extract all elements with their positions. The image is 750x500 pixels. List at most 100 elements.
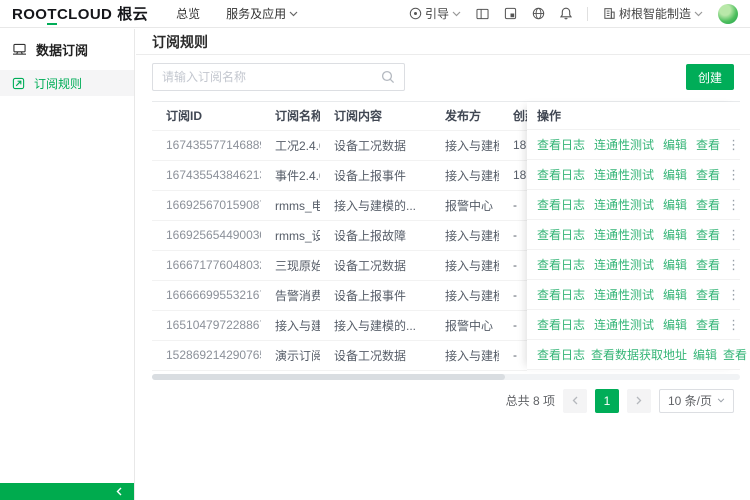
search-input[interactable] xyxy=(162,70,381,84)
nav-item-label: 总览 xyxy=(176,5,200,22)
action-link[interactable]: 查看日志 xyxy=(537,226,585,243)
current-page-button[interactable]: 1 xyxy=(595,389,619,413)
action-link[interactable]: 编辑 xyxy=(693,346,717,363)
action-link[interactable]: 连通性测试 xyxy=(594,226,654,243)
action-link[interactable]: 连通性测试 xyxy=(594,166,654,183)
action-link[interactable]: 连通性测试 xyxy=(594,286,654,303)
sidebar: 数据订阅 订阅规则 xyxy=(0,29,135,500)
cell-name: 告警消费 xyxy=(261,280,320,310)
bell-icon xyxy=(560,7,572,20)
subscription-table: 订阅ID订阅名称订阅内容发布方创建时间 1674355771468898305工… xyxy=(152,101,740,371)
cell-name: rmms_设... xyxy=(261,220,320,250)
rootcloud-logo[interactable]: ROOTCLOUD 根云 xyxy=(12,3,148,25)
cell-content: 接入与建模的... xyxy=(320,310,431,340)
search-box xyxy=(152,63,405,91)
next-page-button[interactable] xyxy=(627,389,651,413)
apps-button[interactable] xyxy=(504,7,517,20)
content-area: 创建 订阅ID订阅名称订阅内容发布方创建时间 16743557714688983… xyxy=(136,55,750,413)
logo-text: ROO xyxy=(12,6,47,23)
action-link[interactable]: 查看 xyxy=(696,226,720,243)
cell-name: 工况2.4.0 xyxy=(261,130,320,160)
actions-row: 查看日志连通性测试编辑查看 ⋮ xyxy=(527,220,740,250)
action-link[interactable]: 编辑 xyxy=(663,226,687,243)
layout-toggle-button[interactable] xyxy=(476,8,489,20)
cell-created: - xyxy=(499,280,527,310)
scrollbar-thumb[interactable] xyxy=(152,374,505,380)
action-link[interactable]: 查看日志 xyxy=(537,316,585,333)
table-scroll-area: 订阅ID订阅名称订阅内容发布方创建时间 1674355771468898305工… xyxy=(152,102,527,371)
sidebar-header-data-subscription: 数据订阅 xyxy=(0,36,134,62)
globe-icon xyxy=(532,7,545,20)
action-link[interactable]: 查看日志 xyxy=(537,166,585,183)
more-actions-icon[interactable]: ⋮ xyxy=(727,287,740,303)
action-link[interactable]: 查看 xyxy=(696,286,720,303)
language-button[interactable] xyxy=(532,7,545,20)
action-link[interactable]: 连通性测试 xyxy=(594,316,654,333)
action-link[interactable]: 查看日志 xyxy=(537,256,585,273)
toolbar: 创建 xyxy=(152,63,734,91)
nav-menu: 总览 服务及应用 xyxy=(176,5,298,22)
action-link[interactable]: 编辑 xyxy=(663,196,687,213)
action-link[interactable]: 查看 xyxy=(696,316,720,333)
cell-id: 1674355771468898305 xyxy=(152,130,261,160)
more-actions-icon[interactable]: ⋮ xyxy=(727,257,740,273)
table-row: 1674355438462132226事件2.4.0设备上报事件接入与建模186 xyxy=(152,160,527,190)
action-link[interactable]: 连通性测试 xyxy=(594,136,654,153)
action-link[interactable]: 连通性测试 xyxy=(594,196,654,213)
search-icon[interactable] xyxy=(381,70,395,84)
sidebar-header-label: 数据订阅 xyxy=(36,40,88,59)
notifications-button[interactable] xyxy=(560,7,572,20)
divider xyxy=(587,7,588,21)
action-link[interactable]: 编辑 xyxy=(663,316,687,333)
sidebar-item-subscription-rules[interactable]: 订阅规则 xyxy=(0,70,134,96)
prev-page-button[interactable] xyxy=(563,389,587,413)
cell-content: 设备上报事件 xyxy=(320,160,431,190)
table-row: 1669256701590876161rmms_电...接入与建模的...报警中… xyxy=(152,190,527,220)
more-actions-icon[interactable]: ⋮ xyxy=(727,137,740,153)
rule-document-icon xyxy=(12,77,25,90)
action-link[interactable]: 编辑 xyxy=(663,256,687,273)
action-link[interactable]: 查看 xyxy=(696,166,720,183)
cell-id: 1674355438462132226 xyxy=(152,160,261,190)
table-header-row: 订阅ID订阅名称订阅内容发布方创建时间 xyxy=(152,102,527,130)
create-button[interactable]: 创建 xyxy=(686,64,734,90)
logo-text: CLOUD xyxy=(57,6,112,23)
nav-item-overview[interactable]: 总览 xyxy=(176,5,200,22)
page-size-value: 10 条/页 xyxy=(668,392,712,409)
table-row: 1666669955321671683告警消费设备上报事件接入与建模- xyxy=(152,280,527,310)
more-actions-icon[interactable]: ⋮ xyxy=(727,227,740,243)
action-link[interactable]: 查看日志 xyxy=(537,346,585,363)
layout-columns-icon xyxy=(476,8,489,20)
more-actions-icon[interactable]: ⋮ xyxy=(727,317,740,333)
action-link[interactable]: 连通性测试 xyxy=(594,256,654,273)
page-size-select[interactable]: 10 条/页 xyxy=(659,389,734,413)
chevron-down-icon xyxy=(717,398,725,403)
table-row: 1674355771468898305工况2.4.0设备工况数据接入与建模186 xyxy=(152,130,527,160)
more-actions-icon[interactable]: ⋮ xyxy=(727,197,740,213)
action-link[interactable]: 编辑 xyxy=(663,166,687,183)
logo-text-underlined-t: T xyxy=(47,6,57,25)
action-link[interactable]: 查看日志 xyxy=(537,136,585,153)
user-avatar[interactable] xyxy=(718,4,738,24)
action-link[interactable]: 查看 xyxy=(696,256,720,273)
action-link[interactable]: 查看 xyxy=(696,196,720,213)
guide-button[interactable]: 引导 xyxy=(409,5,461,22)
actions-column-header: 操作 xyxy=(527,102,740,130)
top-navbar: ROOTCLOUD 根云 总览 服务及应用 引导 xyxy=(0,0,750,28)
action-link[interactable]: 编辑 xyxy=(663,286,687,303)
actions-row: 查看日志连通性测试编辑查看 ⋮ xyxy=(527,280,740,310)
cell-publisher: 接入与建模 xyxy=(431,130,499,160)
org-selector[interactable]: 树根智能制造 xyxy=(603,5,703,22)
more-actions-icon[interactable]: ⋮ xyxy=(727,167,740,183)
action-link[interactable]: 查看数据获取地址 xyxy=(591,346,687,363)
action-link[interactable]: 查看 xyxy=(696,136,720,153)
main-panel: 订阅规则 创建 订阅ID订阅名称订阅内容发布方创建时间 167435577146… xyxy=(136,29,750,500)
action-link[interactable]: 编辑 xyxy=(663,136,687,153)
action-link[interactable]: 查看日志 xyxy=(537,196,585,213)
horizontal-scrollbar xyxy=(152,374,740,380)
chevron-left-icon xyxy=(572,396,578,405)
action-link[interactable]: 查看日志 xyxy=(537,286,585,303)
action-link[interactable]: 查看 xyxy=(723,346,747,363)
sidebar-collapse-bar[interactable] xyxy=(0,483,134,500)
nav-item-services[interactable]: 服务及应用 xyxy=(226,5,298,22)
